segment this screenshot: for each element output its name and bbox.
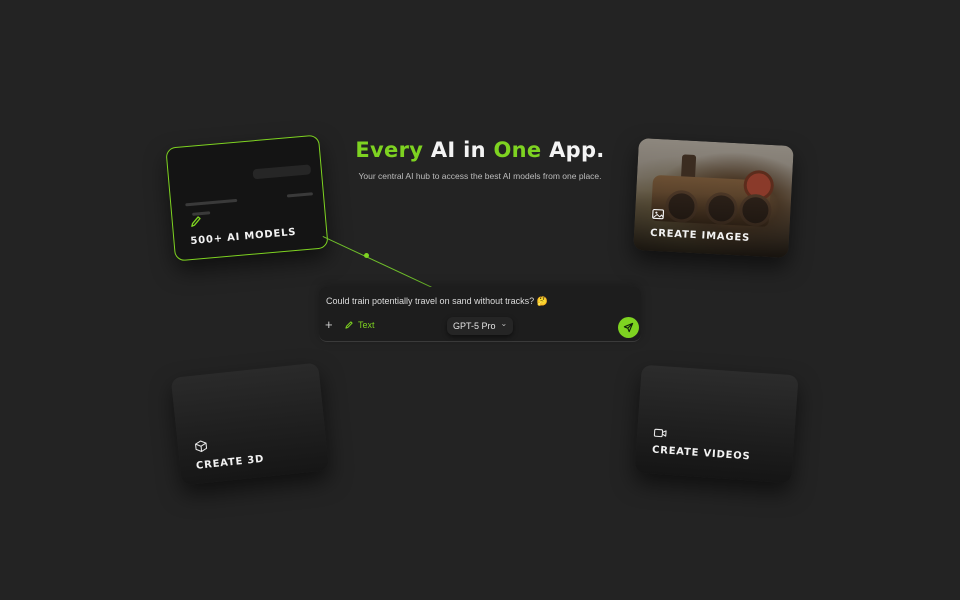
chat-input-box[interactable]: Could train potentially travel on sand w… <box>319 287 641 342</box>
title-word-one: One <box>493 138 542 162</box>
title-word-ai-in: AI in <box>430 138 486 162</box>
image-icon <box>652 208 665 220</box>
send-icon <box>623 322 634 333</box>
text-mode-button[interactable]: Text <box>344 320 375 330</box>
add-attachment-button[interactable]: + <box>325 317 333 332</box>
pencil-icon <box>345 321 353 329</box>
model-select[interactable]: GPT-5 Pro ⌄ <box>447 317 514 335</box>
create-videos-label: CREATE VIDEOS <box>651 444 751 463</box>
create-3d-label: CREATE 3D <box>195 453 265 472</box>
pencil-icon <box>191 216 201 227</box>
mini-chat-meta <box>286 192 314 198</box>
prompt-input[interactable]: Could train potentially travel on sand w… <box>326 296 548 307</box>
page-subtitle: Your central AI hub to access the best A… <box>358 171 602 181</box>
video-camera-icon <box>653 428 667 438</box>
send-button[interactable] <box>618 317 639 338</box>
mini-chat-line <box>185 198 238 207</box>
create-videos-card[interactable]: CREATE VIDEOS <box>634 364 799 484</box>
ai-models-label: 500+ AI MODELS <box>190 226 297 248</box>
text-mode-label: Text <box>358 320 375 330</box>
mini-chat-bubble <box>252 164 312 180</box>
connector-line <box>322 236 432 288</box>
title-word-every: Every <box>355 138 424 162</box>
ai-models-card[interactable]: 500+ AI MODELS <box>165 134 329 262</box>
create-3d-card[interactable]: CREATE 3D <box>170 362 330 486</box>
chevron-down-icon: ⌄ <box>500 319 508 328</box>
hero: Every AI in One App. Your central AI hub… <box>0 138 960 181</box>
title-word-app: App. <box>549 138 605 162</box>
page-title: Every AI in One App. <box>0 138 960 162</box>
model-select-label: GPT-5 Pro <box>453 321 496 331</box>
cube-icon <box>195 440 208 452</box>
create-images-card[interactable]: CREATE IMAGES <box>633 138 794 258</box>
connector-dot <box>364 253 369 258</box>
